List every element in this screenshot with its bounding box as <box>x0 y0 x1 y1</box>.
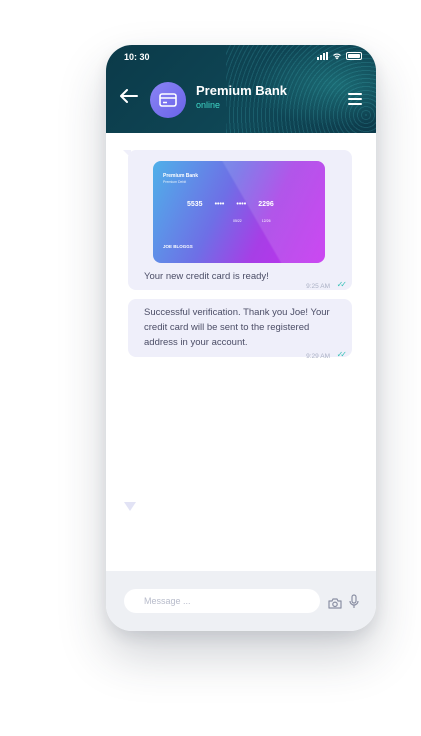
card-expiry: 12/26 <box>261 219 271 223</box>
chat-area[interactable]: Premium Bank Premium Debit 5535 •••• •••… <box>106 133 376 571</box>
read-check-icon: ✓✓ <box>336 350 348 359</box>
message-time: 9:25 AM <box>306 283 330 290</box>
menu-icon[interactable] <box>348 93 362 108</box>
message-text: Your new credit card is ready! <box>144 271 269 282</box>
message-text: Successful verification. Thank you Joe! … <box>144 307 330 348</box>
back-arrow-icon[interactable] <box>120 87 138 107</box>
message-composer <box>106 571 376 631</box>
message-bubble: Successful verification. Thank you Joe! … <box>128 299 352 360</box>
card-number-group: •••• <box>214 201 225 208</box>
phone-screen: 10: 30 Premium Bank online Premium Bank … <box>106 45 376 631</box>
card-valid-from: 05/22 <box>233 219 242 223</box>
card-number-group: •••• <box>236 201 247 208</box>
microphone-icon[interactable] <box>349 594 359 614</box>
card-dates: 05/22 12/26 <box>233 214 271 229</box>
chat-header: 10: 30 Premium Bank online <box>106 45 376 133</box>
status-time: 10: 30 <box>124 52 150 62</box>
card-number: 5535 •••• •••• 2296 <box>187 197 274 212</box>
bank-avatar[interactable] <box>150 82 186 118</box>
message-bubble: Premium Bank Premium Debit 5535 •••• •••… <box>123 150 352 290</box>
credit-card-image[interactable]: Premium Bank Premium Debit 5535 •••• •••… <box>153 161 325 263</box>
read-check-icon: ✓✓ <box>336 280 348 289</box>
chat-title: Premium Bank <box>196 83 288 98</box>
card-number-group: 5535 <box>187 201 203 208</box>
message-input[interactable] <box>124 589 320 613</box>
signal-icon <box>317 52 328 60</box>
card-type: Premium Debit <box>163 180 187 184</box>
battery-icon <box>346 52 362 60</box>
credit-card-icon <box>159 93 177 107</box>
online-status: online <box>196 100 221 110</box>
card-number-group: 2296 <box>258 201 274 208</box>
typing-indicator-icon <box>124 502 136 511</box>
card-holder: JOE BLOGGS <box>163 244 193 249</box>
status-icons <box>317 52 362 60</box>
wifi-icon <box>332 52 342 60</box>
camera-icon[interactable] <box>328 596 342 614</box>
message-time: 9:29 AM <box>306 353 330 360</box>
